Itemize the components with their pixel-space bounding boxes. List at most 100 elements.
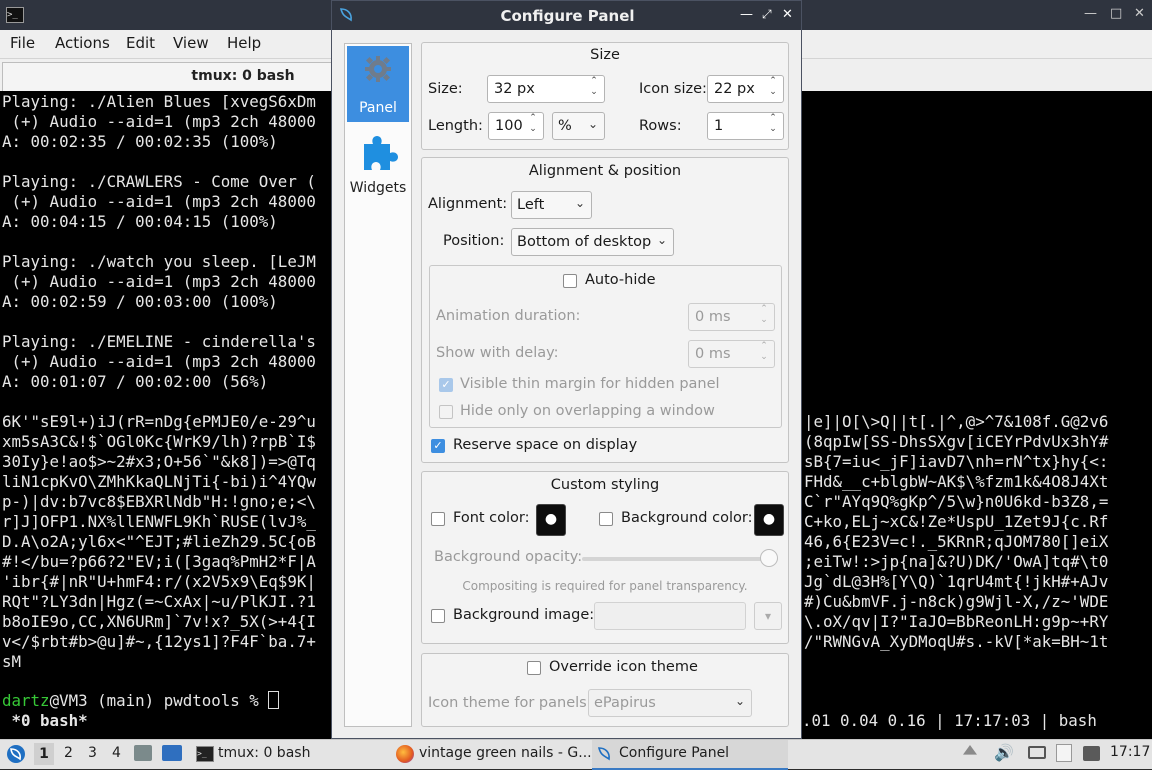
background-opacity-slider[interactable] xyxy=(582,557,778,561)
length-unit-combo[interactable]: % ⌄ xyxy=(552,112,605,140)
spin-arrows-icon[interactable]: ⌃ ⌄ xyxy=(767,76,779,102)
workspace-3[interactable]: 3 xyxy=(88,745,97,761)
spin-arrows-icon[interactable]: ⌃ ⌄ xyxy=(758,304,770,330)
menu-file[interactable]: File xyxy=(10,34,35,52)
background-image-label: Background image: xyxy=(453,607,595,623)
terminal-line: Playing: ./CRAWLERS - Come Over ( xyxy=(2,172,316,191)
terminal-line: Playing: ./Alien Blues [xvegS6xDm xyxy=(2,92,316,111)
rows-spinbox[interactable]: 1 ⌃ ⌄ xyxy=(707,112,784,140)
sidebar-item-panel[interactable]: Panel xyxy=(347,46,409,122)
menu-view[interactable]: View xyxy=(173,34,209,52)
position-combo[interactable]: Bottom of desktop ⌄ xyxy=(511,228,674,256)
background-image-path-field[interactable] xyxy=(594,602,746,630)
maximize-icon[interactable]: □ xyxy=(1110,6,1122,21)
length-spinbox[interactable]: 100 ⌃ ⌄ xyxy=(488,112,544,140)
terminal-line: \.oX/qv|I?"IaJO=BbReonLH:g9p~+RY xyxy=(804,612,1109,631)
terminal-line: (8qpIw[SS-DhsSXgv[iCEYrPdvUx3hY# xyxy=(804,432,1109,451)
terminal-line: 6K'"sE9l+)iJ(rR=nDg{ePMJE0/e-29^u xyxy=(2,412,316,431)
workspace-4[interactable]: 4 xyxy=(112,745,121,761)
clock[interactable]: 17:17 xyxy=(1110,744,1150,760)
autohide-label: Auto-hide xyxy=(585,272,656,288)
task-configure-label: Configure Panel xyxy=(619,745,730,761)
chevron-down-icon: ⌄ xyxy=(574,196,585,210)
text-cursor xyxy=(268,691,280,709)
menu-help[interactable]: Help xyxy=(227,34,261,52)
background-image-checkbox[interactable] xyxy=(431,609,445,623)
compositing-note: Compositing is required for panel transp… xyxy=(462,579,748,593)
volume-icon[interactable]: 🔊 xyxy=(994,743,1014,762)
task-firefox[interactable]: vintage green nails - G... xyxy=(392,740,592,768)
autohide-checkbox[interactable] xyxy=(563,274,577,288)
show-delay-label: Show with delay: xyxy=(436,345,559,361)
terminal-line: D.A\o2A;yl6x<"^EJT;#lieZh29.5C{oB xyxy=(2,532,316,551)
dialog-minimize-icon[interactable]: — xyxy=(740,7,753,22)
size-group-title: Size xyxy=(590,47,620,63)
terminal-line: p-)|dv:b7vc8$EBXRlNdb"H:!gno;e;<\ xyxy=(2,492,316,511)
icon-theme-combo[interactable]: ePapirus ⌄ xyxy=(588,689,752,717)
file-manager-icon[interactable] xyxy=(134,745,152,761)
terminal-line: #!</bu=?p66?2"EV;i([3gaq%PmH2*F|A xyxy=(2,552,316,571)
spin-arrows-icon[interactable]: ⌃ ⌄ xyxy=(758,341,770,367)
sidebar-item-widgets-label: Widgets xyxy=(349,180,407,196)
terminal-line: v</$rbt#b>@u]#~,{12ys1]?F4F`ba.7+ xyxy=(2,632,316,651)
terminal-line: 'ibr{#|nR"U+hmF4:r/(x2V5x9\Eq$9K| xyxy=(2,572,316,591)
task-configure-panel[interactable]: Configure Panel xyxy=(592,740,788,770)
position-label: Position: xyxy=(443,233,505,249)
font-color-button[interactable]: ● xyxy=(536,504,566,536)
show-desktop-icon[interactable] xyxy=(162,745,182,761)
size-spinbox[interactable]: 32 px ⌃ ⌄ xyxy=(487,75,605,103)
background-color-checkbox[interactable] xyxy=(599,512,613,526)
terminal-line: /"RWNGvA_XyDMoqU#s.-kV[*ak=BH~1t xyxy=(804,632,1109,651)
dialog-maximize-icon[interactable]: ⤢ xyxy=(762,7,772,22)
thin-margin-checkbox[interactable]: ✓ xyxy=(439,378,453,392)
dialog-close-icon[interactable]: ✕ xyxy=(782,7,793,22)
dialog-title: Configure Panel xyxy=(500,7,635,25)
terminal-line: (+) Audio --aid=1 (mp3 2ch 48000 xyxy=(2,192,316,211)
lxqt-menu-icon[interactable] xyxy=(6,744,26,764)
shell-prompt[interactable]: dartz@VM3 (main) pwdtools % xyxy=(2,691,280,711)
terminal-line: |e]|O[\>Q||t[.|^,@>^7&108f.G@2v6 xyxy=(804,412,1109,431)
spin-arrows-icon[interactable]: ⌃ ⌄ xyxy=(767,113,779,139)
tray-eject-icon[interactable] xyxy=(963,745,977,755)
alignment-group-title: Alignment & position xyxy=(528,163,682,179)
terminal-line: 46,6{E23V=c!._5KRnR;qJOM780[]eiX xyxy=(804,532,1109,551)
terminal-line: Playing: ./EMELINE - cinderella's xyxy=(2,332,316,351)
taskbar: 1 2 3 4 >_ tmux: 0 bash vintage green na… xyxy=(0,739,1152,770)
animation-duration-spinbox[interactable]: 0 ms ⌃ ⌄ xyxy=(688,303,775,331)
minimize-icon[interactable]: — xyxy=(1084,6,1097,21)
alignment-combo[interactable]: Left ⌄ xyxy=(511,191,592,219)
puzzle-piece-icon xyxy=(364,136,398,170)
overlap-label: Hide only on overlapping a window xyxy=(460,403,715,419)
close-icon[interactable]: ✕ xyxy=(1134,6,1145,21)
tmux-left-pane: Playing: ./Alien Blues [xvegS6xDm (+) Au… xyxy=(0,91,332,739)
chevron-down-icon: ⌄ xyxy=(734,694,745,708)
opacity-slider-handle[interactable] xyxy=(760,549,778,567)
reserve-space-checkbox[interactable]: ✓ xyxy=(431,439,445,453)
show-delay-spinbox[interactable]: 0 ms ⌃ ⌄ xyxy=(688,340,775,368)
terminal-line: ;eiTw!:>jp{na]&?U)DK/'OwA]tq#\t0 xyxy=(804,552,1109,571)
spin-arrows-icon[interactable]: ⌃ ⌄ xyxy=(527,113,539,139)
background-color-button[interactable]: ● xyxy=(754,504,784,536)
workspace-2[interactable]: 2 xyxy=(64,745,73,761)
network-icon[interactable] xyxy=(1028,746,1046,759)
size-label: Size: xyxy=(428,81,463,97)
override-icon-theme-checkbox[interactable] xyxy=(527,661,541,675)
icon-size-spinbox[interactable]: 22 px ⌃ ⌄ xyxy=(707,75,784,103)
sidebar-item-widgets[interactable]: Widgets xyxy=(347,128,409,198)
spin-arrows-icon[interactable]: ⌃ ⌄ xyxy=(588,76,600,102)
clipboard-icon[interactable] xyxy=(1056,744,1072,762)
firefox-icon xyxy=(396,745,414,763)
menu-actions[interactable]: Actions xyxy=(55,34,110,52)
background-color-label: Background color: xyxy=(621,510,753,526)
overlap-checkbox[interactable] xyxy=(439,405,453,419)
font-color-checkbox[interactable] xyxy=(431,512,445,526)
background-image-browse-button[interactable]: ▾ xyxy=(754,602,782,630)
menu-edit[interactable]: Edit xyxy=(126,34,155,52)
open-folder-icon: ▾ xyxy=(764,609,772,623)
workspace-1[interactable]: 1 xyxy=(34,743,54,765)
terminal-line: xm5sA3C&!$`OGl0Kc{WrK9/lh)?rpB`I$ xyxy=(2,432,316,451)
notification-icon[interactable] xyxy=(1083,746,1100,761)
terminal-line: b8oIE9o,CC,XN6URm]`7v!x?_5X(>+4{I xyxy=(2,612,316,631)
icon-theme-label: Icon theme for panels: xyxy=(428,695,592,711)
task-terminal[interactable]: >_ tmux: 0 bash xyxy=(192,740,372,768)
